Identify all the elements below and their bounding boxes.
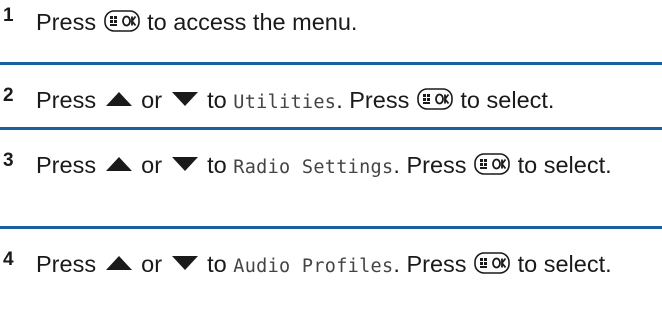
menu-item-name: Utilities <box>233 92 337 113</box>
step-text-part: Press <box>36 251 97 277</box>
step-text-part: to select. <box>460 87 555 113</box>
step-number: 2 <box>3 85 14 106</box>
step-text-part: . Press <box>393 152 467 178</box>
menu-ok-button-icon <box>103 10 140 32</box>
step-divider <box>0 62 662 65</box>
step-text-part: to select. <box>517 152 612 178</box>
step-text-part: to select. <box>517 251 612 277</box>
step-text-part: to access the menu. <box>147 9 358 35</box>
menu-ok-button-icon <box>474 153 510 175</box>
step-text-part: Press <box>36 87 97 113</box>
step-divider <box>0 226 662 229</box>
down-arrow-icon <box>171 91 199 107</box>
step-text: Press or to Radio Settings. Press to sel… <box>36 149 660 184</box>
down-arrow-icon <box>171 255 199 271</box>
menu-item-name: Radio Settings <box>233 157 394 178</box>
step-text-part: or <box>141 251 163 277</box>
step-text-part: to <box>207 87 227 113</box>
step-number: 4 <box>3 249 14 270</box>
up-arrow-icon <box>105 91 133 107</box>
step-text-part: . Press <box>336 87 410 113</box>
up-arrow-icon <box>105 156 133 172</box>
step-divider <box>0 127 662 130</box>
step-text-part: or <box>141 152 163 178</box>
step-text-part: to <box>207 251 227 277</box>
menu-ok-button-icon <box>417 88 453 110</box>
step-text: Press or to Audio Profiles. Press to sel… <box>36 248 660 283</box>
up-arrow-icon <box>105 255 133 271</box>
step-text: Press or to Utilities. Press to select. <box>36 84 660 119</box>
step-number: 1 <box>3 5 14 26</box>
down-arrow-icon <box>171 156 199 172</box>
menu-item-name: Audio Profiles <box>233 256 394 277</box>
step-text-part: Press <box>36 152 97 178</box>
step-text-part: Press <box>36 9 97 35</box>
procedure-steps: 1 Press to access the menu. 2 Press or t… <box>0 0 662 317</box>
step-text-part: to <box>207 152 227 178</box>
step-text: Press to access the menu. <box>36 6 660 39</box>
step-text-part: or <box>141 87 163 113</box>
step-text-part: . Press <box>393 251 467 277</box>
menu-ok-button-icon <box>474 252 510 274</box>
step-number: 3 <box>3 150 14 171</box>
